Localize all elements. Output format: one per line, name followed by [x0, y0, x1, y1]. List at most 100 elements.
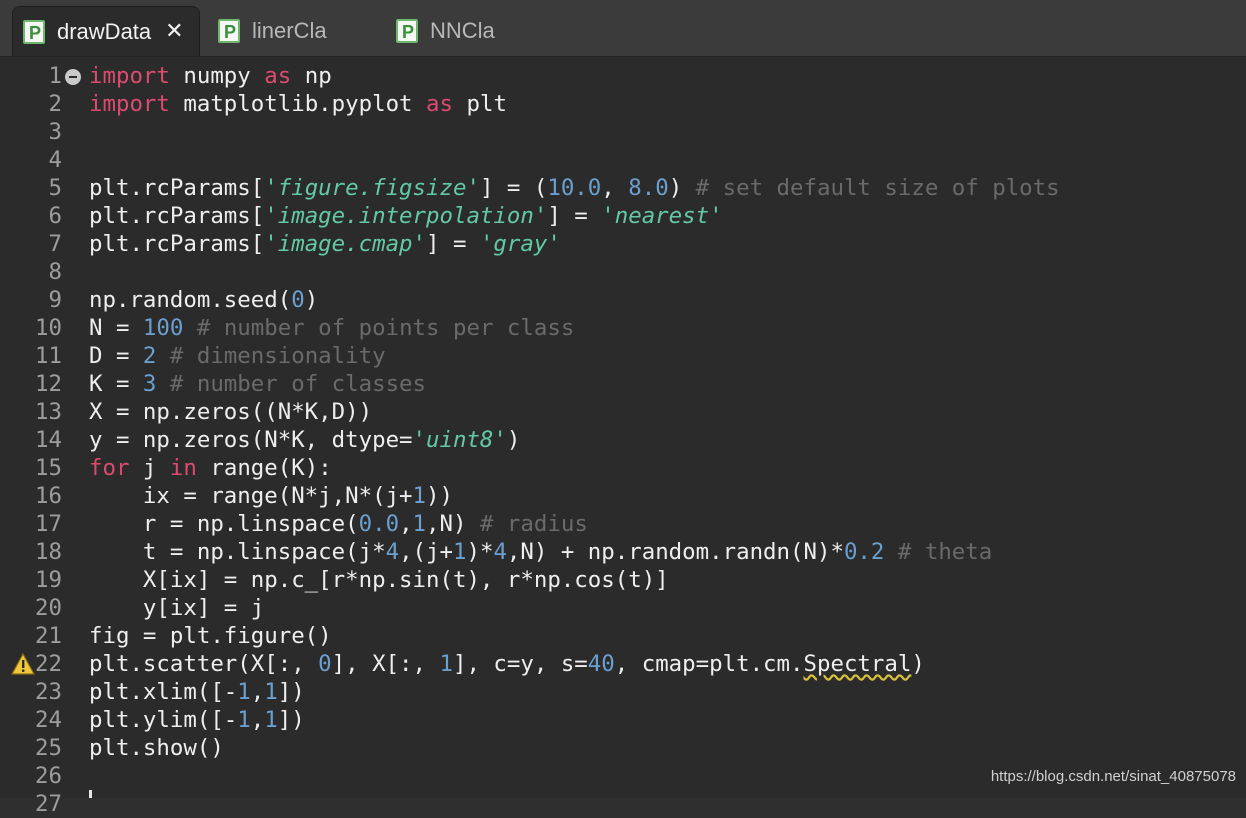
tab-label: NNCla	[430, 18, 495, 43]
code-editor[interactable]: 1 import numpy as np 2 import matplotlib.py…	[0, 57, 1246, 817]
code-token: 4	[385, 539, 400, 565]
code-token: ])	[277, 707, 305, 733]
code-token: 100	[142, 315, 184, 341]
line-number: 8	[48, 259, 62, 285]
editor-tab-bar: P drawData ✕ P linerCla P NNCla	[0, 0, 1246, 57]
line-number: 24	[35, 707, 62, 733]
code-token: 1	[439, 651, 453, 677]
code-token: ])	[277, 679, 305, 705]
code-token: j	[129, 455, 170, 481]
code-token: ))	[426, 483, 453, 509]
code-token: 1	[412, 483, 427, 509]
code-line[interactable]: 18 t = np.linspace(j*4,(j+1)*4,N) + np.r…	[0, 538, 1246, 566]
code-line[interactable]: 3	[0, 118, 1246, 146]
code-token: plt.rcParams[	[89, 175, 265, 201]
code-token: for	[89, 455, 130, 481]
code-text: r = np.linspace(0.0,1,N) # radius	[89, 510, 588, 538]
code-token: as	[264, 63, 292, 89]
code-text: K = 3 # number of classes	[89, 370, 426, 398]
code-line[interactable]: 1 import numpy as np	[0, 62, 1246, 90]
line-number: 5	[48, 175, 62, 201]
code-token: 1	[452, 539, 467, 565]
fold-collapse-icon[interactable]	[65, 69, 81, 85]
code-line[interactable]: 16 ix = range(N*j,N*(j+1))	[0, 482, 1246, 510]
code-line[interactable]: 7 plt.rcParams['image.cmap'] = 'gray'	[0, 230, 1246, 258]
code-token: 0.0	[358, 511, 400, 537]
code-token: ,	[399, 511, 413, 537]
close-icon[interactable]: ✕	[165, 19, 183, 44]
code-line[interactable]: 4	[0, 146, 1246, 174]
code-token: 'image.interpolation'	[264, 203, 548, 229]
code-line[interactable]: 10 N = 100 # number of points per class	[0, 314, 1246, 342]
code-token: ] =	[426, 231, 480, 257]
code-text: ix = range(N*j,N*(j+1))	[89, 482, 453, 510]
code-line[interactable]: 15 for j in range(K):	[0, 454, 1246, 482]
tab-drawdata[interactable]: P drawData ✕	[12, 6, 200, 56]
code-line[interactable]: 6 plt.rcParams['image.interpolation'] = '…	[0, 202, 1246, 230]
code-token: )	[911, 651, 925, 677]
python-file-icon: P	[23, 19, 45, 44]
code-line[interactable]: 23 plt.xlim([-1,1])	[0, 678, 1246, 706]
code-line[interactable]: 25 plt.show()	[0, 734, 1246, 762]
tab-label: linerCla	[252, 18, 327, 43]
code-token: D =	[89, 343, 143, 369]
code-token: 40	[587, 651, 615, 677]
code-line[interactable]: 12 K = 3 # number of classes	[0, 370, 1246, 398]
code-text: plt.rcParams['image.interpolation'] = 'n…	[89, 202, 723, 230]
code-line[interactable]: 14 y = np.zeros(N*K, dtype='uint8')	[0, 426, 1246, 454]
code-text: fig = plt.figure()	[89, 622, 332, 650]
code-line[interactable]: 8	[0, 258, 1246, 286]
code-line[interactable]: 19 X[ix] = np.c_[r*np.sin(t), r*np.cos(t…	[0, 566, 1246, 594]
code-token: 'image.cmap'	[264, 231, 427, 257]
code-token: 8.0	[628, 175, 669, 201]
code-line[interactable]: 22 plt.scatter(X[:, 0], X[:, 1], c=y, s=4…	[0, 650, 1246, 678]
code-token: range(K):	[196, 455, 332, 481]
code-line[interactable]: 11 D = 2 # dimensionality	[0, 342, 1246, 370]
line-number: 13	[35, 399, 62, 425]
code-line[interactable]: 20 y[ix] = j	[0, 594, 1246, 622]
code-line[interactable]: 27	[0, 790, 1246, 818]
code-line[interactable]: 13 X = np.zeros((N*K,D))	[0, 398, 1246, 426]
code-text: t = np.linspace(j*4,(j+1)*4,N) + np.rand…	[89, 538, 992, 566]
code-token: # set default size of plots	[695, 175, 1060, 201]
code-token: ,N) + np.random.randn(N)*	[506, 539, 844, 565]
code-token: plt.ylim([-	[89, 707, 238, 733]
code-text: X[ix] = np.c_[r*np.sin(t), r*np.cos(t)]	[89, 566, 669, 594]
line-number: 3	[48, 119, 62, 145]
code-line[interactable]: 5 plt.rcParams['figure.figsize'] = (10.0,…	[0, 174, 1246, 202]
code-token: 4	[493, 539, 507, 565]
code-token: ] =	[547, 203, 602, 229]
code-line[interactable]: 9 np.random.seed(0)	[0, 286, 1246, 314]
code-token: plt.xlim([-	[89, 679, 238, 705]
code-token: plt.scatter(X[:,	[89, 651, 319, 677]
code-token: # dimensionality	[169, 343, 386, 369]
python-file-icon: P	[396, 19, 418, 43]
warning-icon[interactable]	[11, 653, 35, 675]
line-number: 16	[35, 483, 62, 509]
line-number: 6	[48, 203, 62, 229]
tab-linercla[interactable]: P linerCla	[218, 6, 378, 56]
line-number: 21	[35, 623, 62, 649]
code-line[interactable]: 21 fig = plt.figure()	[0, 622, 1246, 650]
code-line[interactable]: 2 import matplotlib.pyplot as plt	[0, 90, 1246, 118]
code-text: plt.rcParams['image.cmap'] = 'gray'	[89, 230, 561, 258]
code-line[interactable]: 17 r = np.linspace(0.0,1,N) # radius	[0, 510, 1246, 538]
code-line[interactable]: 24 plt.ylim([-1,1])	[0, 706, 1246, 734]
code-token: ,(j+	[399, 539, 453, 565]
code-token: X[ix] = np.c_[r*np.sin(t), r*np.cos(t)]	[89, 567, 669, 593]
code-token: 'gray'	[479, 231, 561, 257]
line-number: 25	[35, 735, 62, 761]
line-number: 26	[35, 763, 62, 789]
tab-nncla[interactable]: P NNCla	[396, 6, 536, 56]
code-token: 1	[264, 707, 278, 733]
code-token: 2	[142, 343, 157, 369]
line-number: 12	[35, 371, 62, 397]
code-token: plt.rcParams[	[89, 231, 265, 257]
line-number: 4	[48, 147, 62, 173]
code-token: # theta	[897, 539, 993, 565]
code-token: ] = (	[479, 175, 548, 201]
